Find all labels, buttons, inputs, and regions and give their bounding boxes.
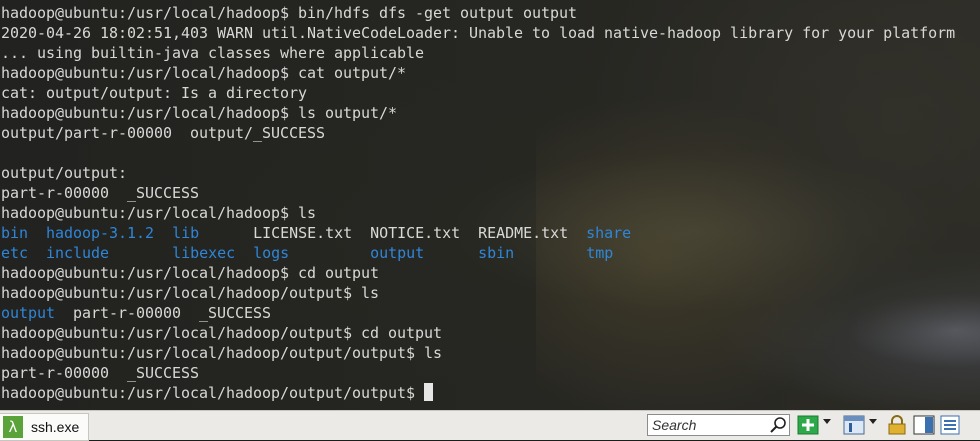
console-tab-ssh[interactable]: λ ssh.exe	[0, 413, 89, 441]
terminal-text: hadoop@ubuntu:/usr/local/hadoop$ cat out…	[1, 64, 407, 82]
terminal-text: output/output:	[1, 164, 128, 182]
split-view-icon[interactable]	[913, 415, 935, 435]
terminal-text: hadoop@ubuntu:/usr/local/hadoop$ cd outp…	[1, 264, 380, 282]
terminal-text: hadoop@ubuntu:/usr/local/hadoop/output/o…	[1, 344, 443, 362]
terminal-line: ... using builtin-java classes where app…	[1, 43, 955, 63]
terminal-line: hadoop@ubuntu:/usr/local/hadoop/output$ …	[1, 283, 955, 303]
terminal-line: hadoop@ubuntu:/usr/local/hadoop/output/o…	[1, 383, 955, 403]
terminal-line: hadoop@ubuntu:/usr/local/hadoop$ bin/hdf…	[1, 3, 955, 23]
layout-icon[interactable]	[843, 415, 865, 435]
terminal-text: part-r-00000 _SUCCESS	[55, 304, 272, 322]
terminal-text: hadoop@ubuntu:/usr/local/hadoop/output/o…	[1, 384, 425, 402]
directory-name: logs	[253, 244, 290, 262]
status-bar: λ ssh.exe Search	[0, 410, 980, 441]
terminal-text: cat: output/output: Is a directory	[1, 84, 308, 102]
terminal-text: hadoop@ubuntu:/usr/local/hadoop/output$ …	[1, 324, 443, 342]
search-input[interactable]: Search	[647, 414, 790, 436]
terminal-line: output/output:	[1, 163, 955, 183]
terminal-line: hadoop@ubuntu:/usr/local/hadoop$ cat out…	[1, 63, 955, 83]
search-placeholder: Search	[652, 417, 697, 433]
terminal-line: part-r-00000 _SUCCESS	[1, 363, 955, 383]
directory-name: include	[46, 244, 110, 262]
terminal-line: cat: output/output: Is a directory	[1, 83, 955, 103]
terminal-text: part-r-00000 _SUCCESS	[1, 364, 200, 382]
terminal-line: hadoop@ubuntu:/usr/local/hadoop/output$ …	[1, 323, 955, 343]
terminal-text: hadoop@ubuntu:/usr/local/hadoop$ bin/hdf…	[1, 4, 578, 22]
directory-name: output	[370, 244, 425, 262]
terminal-text: hadoop@ubuntu:/usr/local/hadoop/output$ …	[1, 284, 380, 302]
terminal-text: 2020-04-26 18:02:51,403 WARN util.Native…	[1, 24, 956, 42]
directory-name: share	[586, 224, 632, 242]
directory-name: hadoop-3.1.2	[46, 224, 155, 242]
terminal-output: hadoop@ubuntu:/usr/local/hadoop$ bin/hdf…	[1, 3, 955, 403]
console-tab-label: ssh.exe	[31, 419, 80, 435]
directory-name: output	[1, 304, 56, 322]
directory-name: lib	[172, 224, 200, 242]
terminal-line: hadoop@ubuntu:/usr/local/hadoop$ cd outp…	[1, 263, 955, 283]
new-console-icon[interactable]	[797, 415, 819, 435]
terminal-line: part-r-00000 _SUCCESS	[1, 183, 955, 203]
directory-name: tmp	[586, 244, 614, 262]
lambda-icon: λ	[3, 416, 23, 438]
lock-icon[interactable]	[887, 415, 907, 435]
terminal-line: output part-r-00000 _SUCCESS	[1, 303, 955, 323]
chevron-down-icon[interactable]	[823, 419, 831, 424]
search-icon[interactable]	[769, 416, 787, 434]
terminal-line: 2020-04-26 18:02:51,403 WARN util.Native…	[1, 23, 955, 43]
directory-name: sbin	[478, 244, 515, 262]
terminal-line: hadoop@ubuntu:/usr/local/hadoop$ ls outp…	[1, 103, 955, 123]
directory-name: bin	[1, 224, 29, 242]
menu-icon[interactable]	[940, 415, 960, 435]
terminal-line: hadoop@ubuntu:/usr/local/hadoop$ ls	[1, 203, 955, 223]
terminal-line: output/part-r-00000 output/_SUCCESS	[1, 123, 955, 143]
terminal-text: LICENSE.txt NOTICE.txt README.txt	[199, 224, 587, 242]
chevron-down-icon[interactable]	[869, 419, 877, 424]
directory-name: etc	[1, 244, 29, 262]
directory-name: libexec	[172, 244, 236, 262]
terminal-text: hadoop@ubuntu:/usr/local/hadoop$ ls	[1, 204, 317, 222]
terminal-text: ... using builtin-java classes where app…	[1, 44, 425, 62]
terminal-text: part-r-00000 _SUCCESS	[1, 184, 200, 202]
terminal-text: hadoop@ubuntu:/usr/local/hadoop$ ls outp…	[1, 104, 398, 122]
terminal-window[interactable]: hadoop@ubuntu:/usr/local/hadoop$ bin/hdf…	[0, 0, 980, 410]
terminal-line: etc include libexec logs output sbin tmp	[1, 243, 955, 263]
terminal-text: output/part-r-00000 output/_SUCCESS	[1, 124, 326, 142]
cursor-block	[424, 383, 434, 401]
terminal-line: hadoop@ubuntu:/usr/local/hadoop/output/o…	[1, 343, 955, 363]
terminal-line: bin hadoop-3.1.2 lib LICENSE.txt NOTICE.…	[1, 223, 955, 243]
